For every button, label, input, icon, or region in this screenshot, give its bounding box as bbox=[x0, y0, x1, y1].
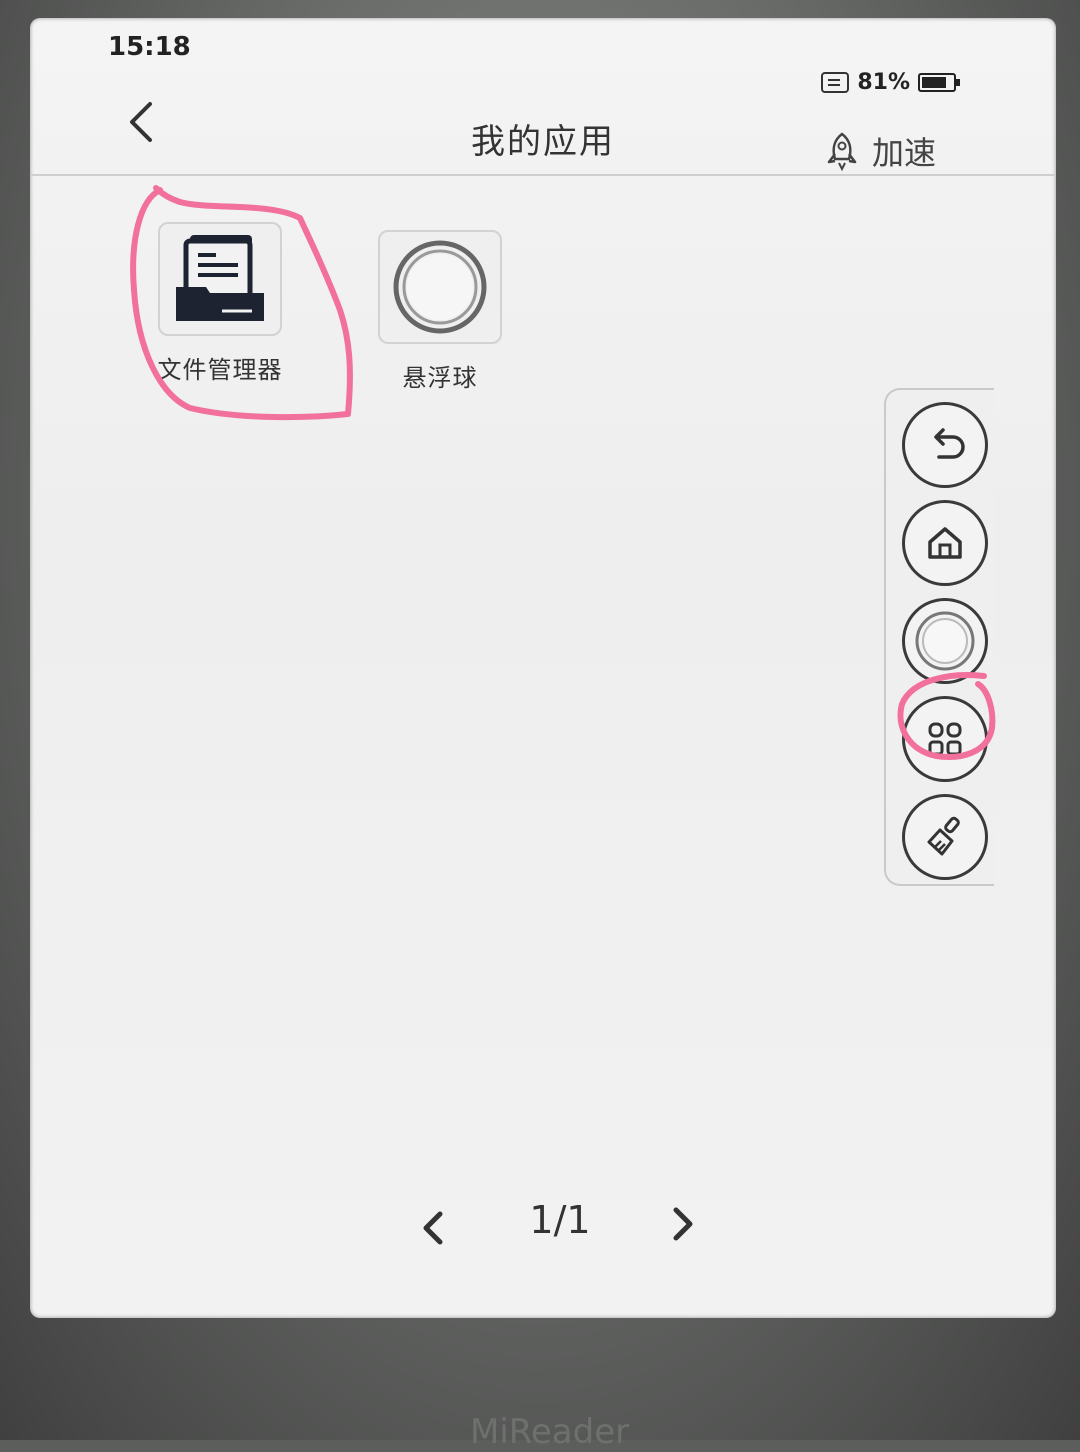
boost-button[interactable]: 加速 bbox=[824, 128, 936, 174]
prev-page-button[interactable] bbox=[418, 1206, 448, 1254]
home-icon bbox=[928, 527, 962, 559]
toolbar-back-button[interactable] bbox=[902, 402, 988, 488]
app-icon-box bbox=[378, 230, 502, 344]
app-floating-ball[interactable]: 悬浮球 bbox=[360, 230, 520, 393]
pagination: 1/1 bbox=[30, 1198, 1056, 1258]
circle-icon bbox=[915, 611, 975, 671]
floating-ball-icon bbox=[393, 240, 487, 334]
toolbar-clean-button[interactable] bbox=[902, 794, 988, 880]
page-indicator: 1/1 bbox=[529, 1198, 591, 1242]
toolbar-home-button[interactable] bbox=[902, 500, 988, 586]
toolbar-circle-button[interactable] bbox=[902, 598, 988, 684]
apps-grid-icon bbox=[928, 722, 962, 756]
floating-toolbar bbox=[884, 388, 994, 886]
header: 我的应用 加速 bbox=[30, 78, 1056, 176]
app-label: 文件管理器 bbox=[157, 356, 283, 384]
app-label: 悬浮球 bbox=[402, 364, 478, 392]
device-brand: MiReader bbox=[470, 1412, 630, 1452]
folder-documents-icon bbox=[176, 235, 264, 321]
status-time: 15:18 bbox=[108, 32, 191, 62]
screen: 15:18 81% 我的应用 加速 文件管理器 悬浮球 1/1 bbox=[30, 18, 1056, 1318]
rocket-icon bbox=[827, 132, 857, 171]
next-page-button[interactable] bbox=[668, 1202, 698, 1250]
boost-label: 加速 bbox=[871, 134, 936, 172]
app-icon-box bbox=[158, 222, 282, 336]
chevron-right-icon bbox=[673, 1207, 693, 1241]
app-file-manager[interactable]: 文件管理器 bbox=[140, 222, 300, 385]
chevron-left-icon bbox=[423, 1211, 443, 1245]
undo-arrow-icon bbox=[934, 428, 965, 459]
toolbar-apps-button[interactable] bbox=[902, 696, 988, 782]
broom-icon bbox=[927, 816, 960, 856]
